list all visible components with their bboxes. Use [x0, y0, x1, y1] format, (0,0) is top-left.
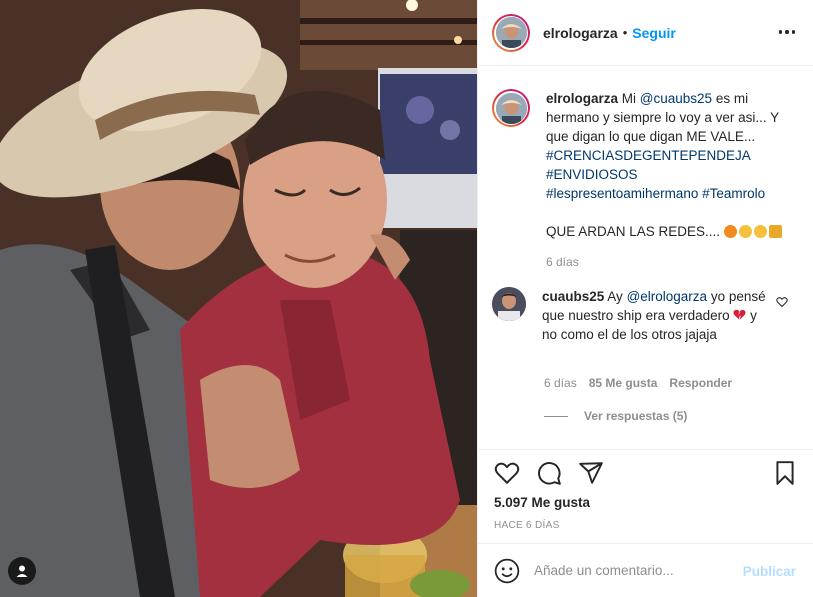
posted-time[interactable]: HACE 6 DÍAS	[494, 520, 560, 531]
author-avatar[interactable]	[492, 13, 530, 52]
caption-closing: QUE ARDAN LAS REDES....	[546, 224, 721, 239]
view-replies-label: Ver respuestas (5)	[584, 409, 688, 423]
comment-input[interactable]	[534, 563, 724, 578]
publish-button[interactable]: Publicar	[743, 564, 796, 579]
bookmark-icon[interactable]	[772, 460, 798, 486]
comment-likes[interactable]: 85 Me gusta	[589, 376, 658, 390]
beer-emoji-icon	[768, 225, 782, 238]
caption-username[interactable]: elrologarza	[546, 91, 618, 106]
heart-eyes-emoji-icon	[738, 225, 752, 238]
hashtag[interactable]: #lespresentoamihermano	[546, 186, 698, 201]
post-actions: 5.097 Me gusta HACE 6 DÍAS	[478, 449, 813, 539]
reply-button[interactable]: Responder	[669, 376, 732, 390]
author-username[interactable]: elrologarza	[543, 25, 618, 41]
hashtag[interactable]: #Teamrolo	[702, 186, 765, 201]
comment-meta: 6 días 85 Me gusta Responder	[544, 376, 732, 390]
instagram-post: elrologarza • Seguir elrologarza Mi @cua…	[0, 0, 813, 597]
emoji-picker-icon[interactable]	[494, 558, 520, 584]
user-icon	[16, 565, 28, 577]
add-comment-bar: Publicar	[478, 543, 813, 597]
emoji-row	[723, 224, 784, 239]
comment-icon[interactable]	[536, 460, 562, 486]
more-options-icon[interactable]	[778, 22, 796, 42]
follow-button[interactable]: Seguir	[632, 25, 676, 41]
profile-photo-icon	[495, 92, 527, 124]
comment-item: cuaubs25 Ay @elrologarza yo pensé que nu…	[492, 287, 802, 344]
comment-mention[interactable]: @elrologarza	[627, 289, 708, 304]
comment-like-heart-icon[interactable]	[776, 296, 788, 308]
post-photo[interactable]	[0, 0, 477, 597]
hashtag[interactable]: #CRENCIASDEGENTEPENDEJA	[546, 148, 751, 163]
profile-photo-icon	[495, 17, 527, 48]
post-details-panel: elrologarza • Seguir elrologarza Mi @cua…	[477, 0, 813, 597]
caption-text: elrologarza Mi @cuaubs25 es mi hermano y…	[546, 89, 796, 272]
commenter-username[interactable]: cuaubs25	[542, 289, 604, 304]
separator-dot: •	[622, 25, 628, 40]
hashtag[interactable]: #ENVIDIOSOS	[546, 167, 638, 182]
comment-text: cuaubs25 Ay @elrologarza yo pensé que nu…	[542, 287, 767, 344]
tagged-users-button[interactable]	[8, 557, 36, 585]
photo-scene	[0, 0, 477, 597]
broken-heart-emoji-icon	[733, 309, 746, 320]
caption-mention[interactable]: @cuaubs25	[640, 91, 712, 106]
commenter-avatar[interactable]	[492, 287, 526, 321]
comments-section: elrologarza Mi @cuaubs25 es mi hermano y…	[478, 67, 813, 449]
likes-count[interactable]: 5.097 Me gusta	[494, 495, 590, 510]
action-icons	[494, 460, 604, 486]
caption-time: 6 días	[546, 255, 579, 269]
post-caption: elrologarza Mi @cuaubs25 es mi hermano y…	[492, 89, 802, 272]
post-header: elrologarza • Seguir	[478, 0, 813, 66]
fire-emoji-icon	[723, 225, 737, 238]
comment-time[interactable]: 6 días	[544, 376, 577, 390]
replies-divider	[544, 415, 568, 417]
caption-avatar[interactable]	[492, 89, 530, 127]
profile-photo-icon	[492, 287, 526, 321]
heart-icon[interactable]	[494, 460, 520, 486]
view-replies-button[interactable]: Ver respuestas (5)	[544, 409, 687, 423]
caption-text-start: Mi	[621, 91, 640, 106]
share-icon[interactable]	[578, 460, 604, 486]
comment-text-start: Ay	[607, 289, 627, 304]
kiss-emoji-icon	[753, 225, 767, 238]
